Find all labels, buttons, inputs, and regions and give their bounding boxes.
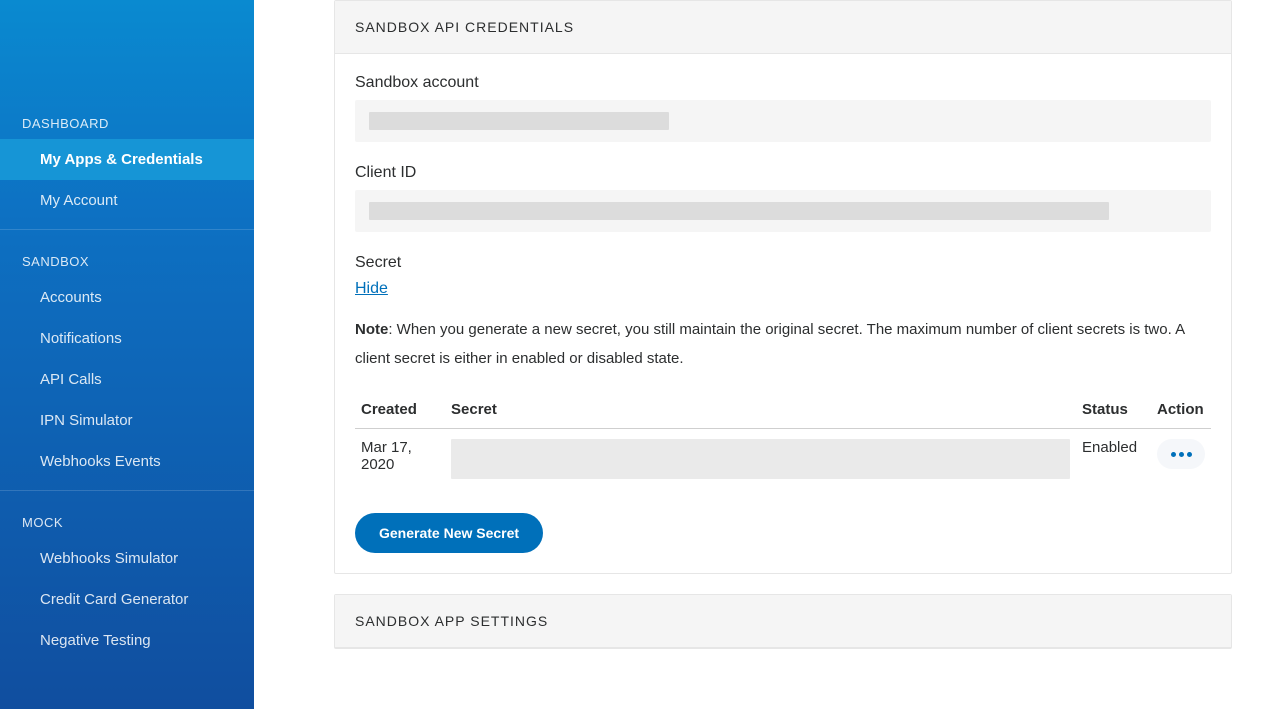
secret-note-bold: Note: [355, 321, 388, 338]
sidebar-item-negative-testing[interactable]: Negative Testing: [0, 620, 254, 661]
col-header-created: Created: [355, 393, 445, 429]
app-settings-panel-title: SANDBOX APP SETTINGS: [335, 595, 1231, 648]
hide-secret-link[interactable]: Hide: [355, 280, 388, 297]
cell-action: [1151, 429, 1211, 490]
redacted-secret: [451, 439, 1070, 479]
sidebar-item-notifications[interactable]: Notifications: [0, 318, 254, 359]
sidebar: DASHBOARD My Apps & Credentials My Accou…: [0, 0, 254, 709]
sidebar-section-mock: MOCK: [0, 499, 254, 538]
cell-created: Mar 17, 2020: [355, 429, 445, 490]
sidebar-item-my-account[interactable]: My Account: [0, 180, 254, 221]
redacted-value: [369, 202, 1109, 220]
sidebar-section-dashboard: DASHBOARD: [0, 100, 254, 139]
cell-status: Enabled: [1076, 429, 1151, 490]
col-header-status: Status: [1076, 393, 1151, 429]
main-content: SANDBOX API CREDENTIALS Sandbox account …: [254, 0, 1272, 709]
sandbox-account-value: [355, 100, 1211, 142]
table-row: Mar 17, 2020 Enabled: [355, 429, 1211, 490]
secret-label: Secret: [355, 254, 1211, 272]
sidebar-item-webhooks-events[interactable]: Webhooks Events: [0, 441, 254, 482]
sidebar-divider: [0, 229, 254, 230]
cell-secret: [445, 429, 1076, 490]
sidebar-section-sandbox: SANDBOX: [0, 238, 254, 277]
dots-icon: [1187, 452, 1192, 457]
sidebar-item-api-calls[interactable]: API Calls: [0, 359, 254, 400]
sidebar-item-ipn-simulator[interactable]: IPN Simulator: [0, 400, 254, 441]
dots-icon: [1179, 452, 1184, 457]
col-header-action: Action: [1151, 393, 1211, 429]
row-action-menu-button[interactable]: [1157, 439, 1205, 469]
generate-new-secret-button[interactable]: Generate New Secret: [355, 513, 543, 553]
sidebar-item-accounts[interactable]: Accounts: [0, 277, 254, 318]
sidebar-divider: [0, 490, 254, 491]
app-settings-panel: SANDBOX APP SETTINGS: [334, 594, 1232, 649]
secrets-table: Created Secret Status Action Mar 17, 202…: [355, 393, 1211, 489]
credentials-panel-title: SANDBOX API CREDENTIALS: [335, 1, 1231, 54]
redacted-value: [369, 112, 669, 130]
client-id-value: [355, 190, 1211, 232]
client-id-label: Client ID: [355, 164, 1211, 182]
sidebar-item-credit-card-generator[interactable]: Credit Card Generator: [0, 579, 254, 620]
sandbox-account-label: Sandbox account: [355, 74, 1211, 92]
sidebar-item-webhooks-simulator[interactable]: Webhooks Simulator: [0, 538, 254, 579]
col-header-secret: Secret: [445, 393, 1076, 429]
secret-note: Note: When you generate a new secret, yo…: [355, 316, 1211, 373]
sidebar-item-my-apps-credentials[interactable]: My Apps & Credentials: [0, 139, 254, 180]
sidebar-logo-area: [0, 60, 254, 100]
dots-icon: [1171, 452, 1176, 457]
credentials-panel: SANDBOX API CREDENTIALS Sandbox account …: [334, 0, 1232, 574]
secret-note-text: : When you generate a new secret, you st…: [355, 321, 1184, 367]
